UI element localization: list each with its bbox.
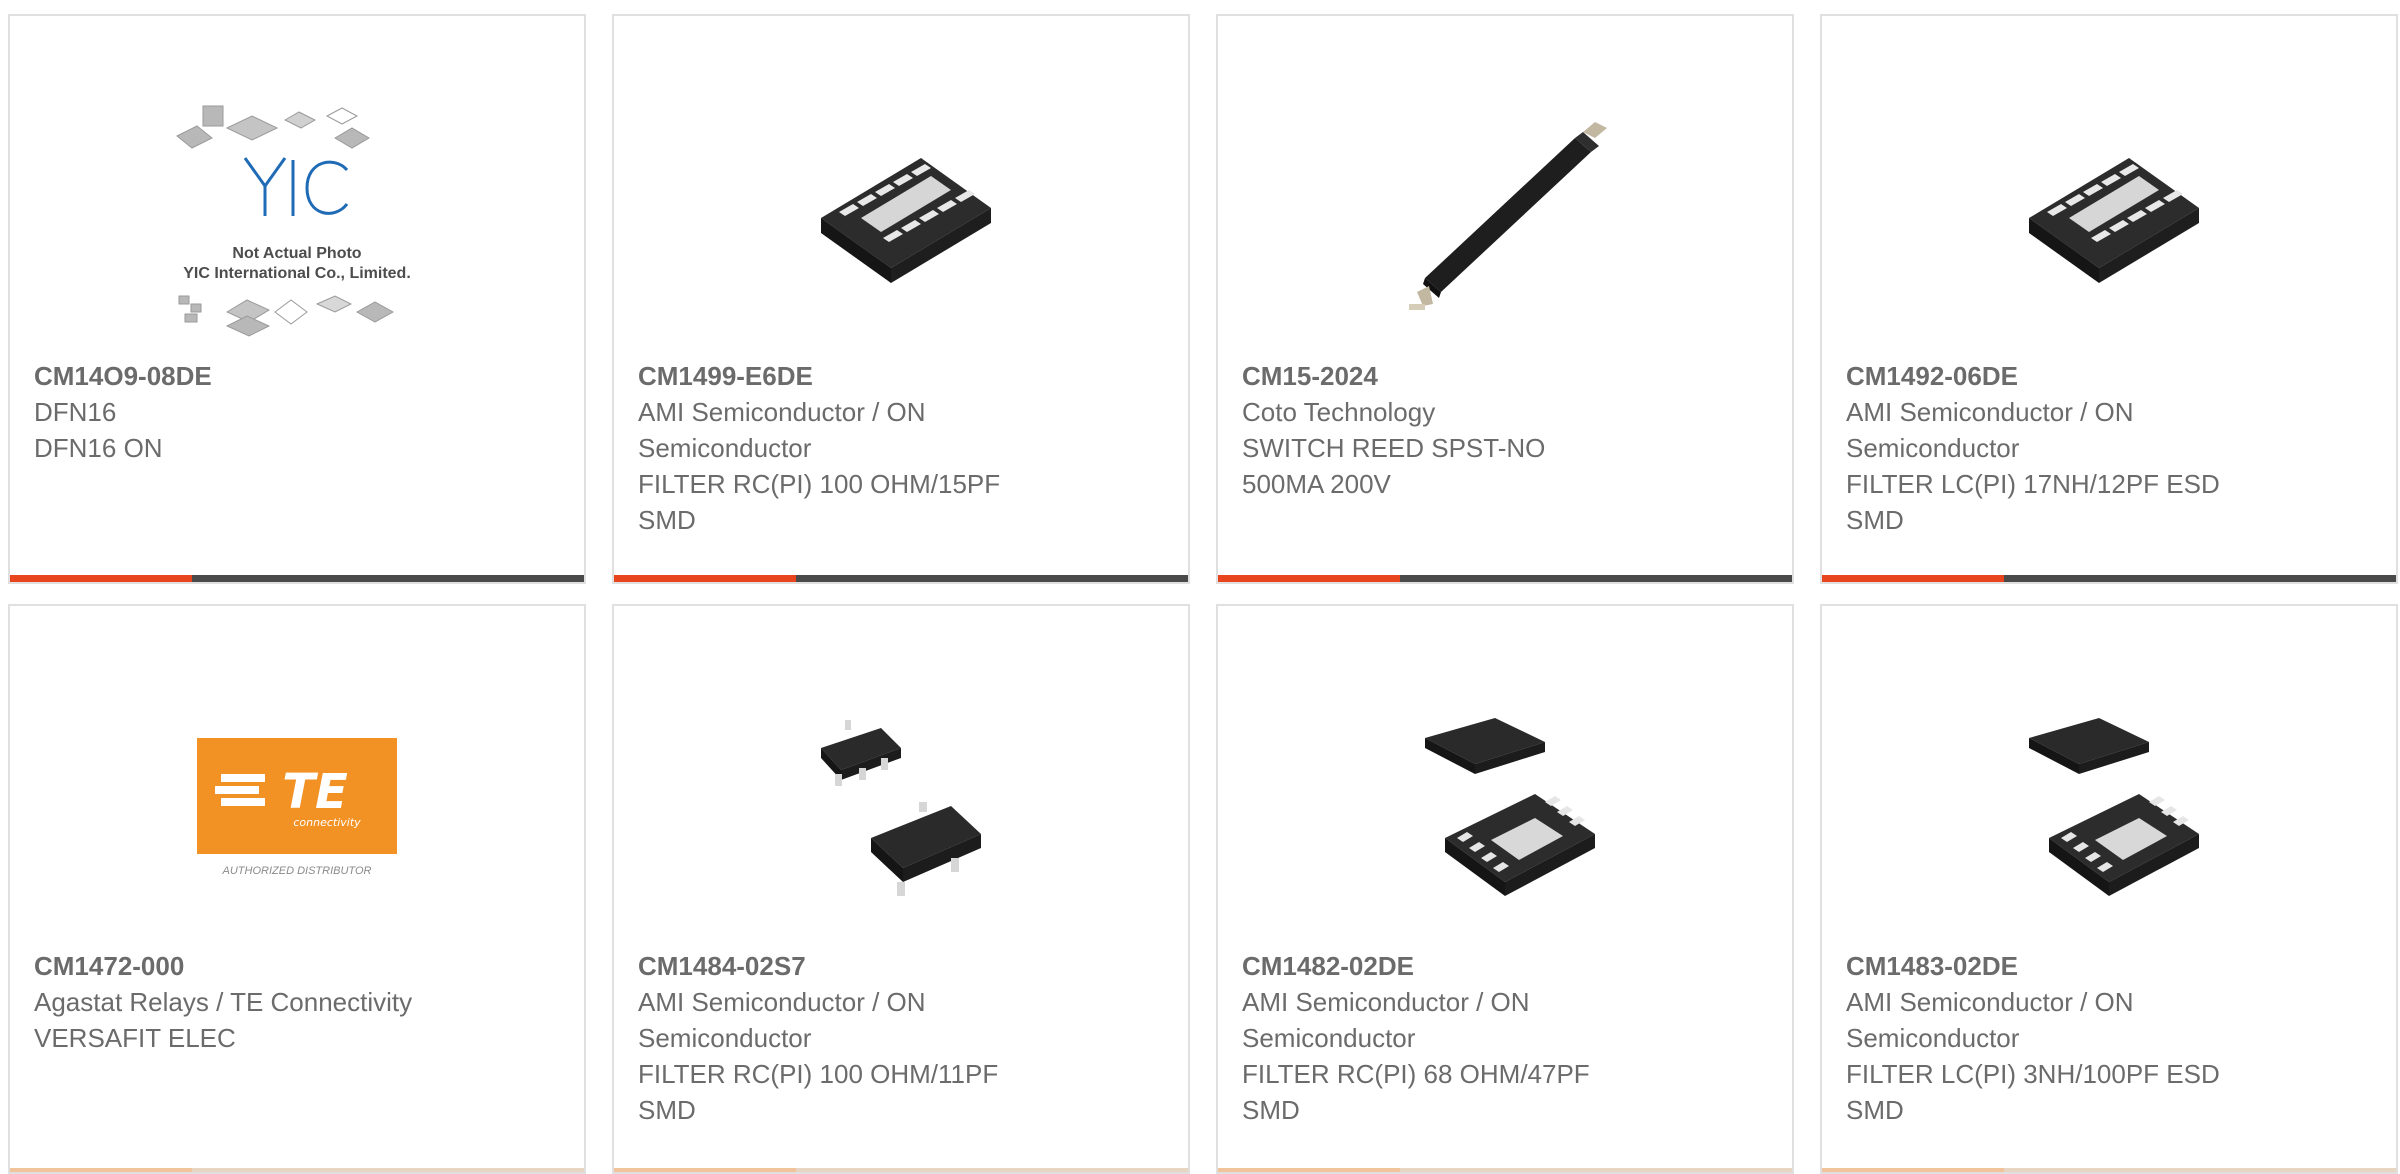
part-number-link[interactable]: CM1499-E6DE — [638, 358, 1164, 394]
part-number-link[interactable]: CM1484-02S7 — [638, 948, 1164, 984]
product-description: FILTER RC(PI) 100 OHM/15PF — [638, 469, 1001, 499]
part-number-link[interactable]: CM1483-02DE — [1846, 948, 2372, 984]
product-info: CM1482-02DE AMI Semiconductor / ON Semic… — [1242, 948, 1768, 1128]
card-accent-bar — [614, 575, 1188, 582]
product-image[interactable]: TE connectivity AUTHORIZED DISTRIBUTOR — [10, 668, 584, 948]
product-card[interactable]: Not Actual Photo YIC International Co., … — [8, 14, 586, 584]
card-accent-bar — [1218, 575, 1792, 582]
product-description: FILTER LC(PI) 17NH/12PF ESD — [1846, 469, 2220, 499]
product-description: SMD — [1242, 1095, 1300, 1125]
product-manufacturer: Semiconductor — [638, 1023, 812, 1053]
product-manufacturer: Semiconductor — [1242, 1023, 1416, 1053]
product-description: SMD — [1846, 505, 1904, 535]
product-manufacturer: Semiconductor — [638, 433, 812, 463]
product-info: CM15-2024 Coto Technology SWITCH REED SP… — [1242, 358, 1768, 502]
product-info: CM14O9-08DE DFN16 DFN16 ON — [34, 358, 560, 466]
product-card[interactable]: CM1482-02DE AMI Semiconductor / ON Semic… — [1216, 604, 1794, 1174]
product-image[interactable]: Not Actual Photo YIC International Co., … — [10, 78, 584, 358]
image-caption: YIC International Co., Limited. — [183, 265, 411, 282]
part-number-link[interactable]: CM14O9-08DE — [34, 358, 560, 394]
te-logo-icon: TE connectivity AUTHORIZED DISTRIBUTOR — [197, 738, 397, 877]
product-card[interactable]: TE connectivity AUTHORIZED DISTRIBUTOR C… — [8, 604, 586, 1174]
udfn-chip-icon — [2029, 718, 2199, 896]
product-description: FILTER RC(PI) 100 OHM/11PF — [638, 1059, 999, 1089]
part-number-link[interactable]: CM1492-06DE — [1846, 358, 2372, 394]
product-image[interactable] — [614, 78, 1188, 358]
product-description: FILTER LC(PI) 3NH/100PF ESD — [1846, 1059, 2220, 1089]
card-accent-bar — [10, 1168, 584, 1172]
card-accent-bar — [10, 575, 584, 582]
logo-brand: TE — [282, 764, 348, 820]
product-card[interactable]: CM1484-02S7 AMI Semiconductor / ON Semic… — [612, 604, 1190, 1174]
product-image[interactable] — [1822, 78, 2396, 358]
reed-switch-icon — [1409, 122, 1607, 310]
product-grid: Not Actual Photo YIC International Co., … — [8, 14, 2400, 1174]
product-manufacturer: AMI Semiconductor / ON — [1242, 987, 1530, 1017]
product-manufacturer: Coto Technology — [1242, 397, 1436, 427]
product-description: 500MA 200V — [1242, 469, 1391, 499]
product-manufacturer: AMI Semiconductor / ON — [1846, 987, 2134, 1017]
part-number-link[interactable]: CM1482-02DE — [1242, 948, 1768, 984]
card-accent-bar — [1822, 1168, 2396, 1172]
product-image[interactable] — [1218, 78, 1792, 358]
dfn-chip-icon — [821, 158, 991, 283]
product-manufacturer: AMI Semiconductor / ON — [638, 987, 926, 1017]
part-number-link[interactable]: CM1472-000 — [34, 948, 560, 984]
product-info: CM1472-000 Agastat Relays / TE Connectiv… — [34, 948, 560, 1056]
product-info: CM1499-E6DE AMI Semiconductor / ON Semic… — [638, 358, 1164, 538]
card-accent-bar — [1218, 1168, 1792, 1172]
product-description: DFN16 ON — [34, 433, 163, 463]
image-caption: Not Actual Photo — [232, 245, 361, 262]
product-card[interactable]: CM15-2024 Coto Technology SWITCH REED SP… — [1216, 14, 1794, 584]
product-info: CM1484-02S7 AMI Semiconductor / ON Semic… — [638, 948, 1164, 1128]
card-accent-bar — [614, 1168, 1188, 1172]
card-accent-bar — [1822, 575, 2396, 582]
product-card[interactable]: CM1492-06DE AMI Semiconductor / ON Semic… — [1820, 14, 2398, 584]
product-description: SMD — [638, 1095, 696, 1125]
product-image[interactable] — [1822, 668, 2396, 948]
yic-placeholder-icon: Not Actual Photo YIC International Co., … — [176, 105, 411, 337]
product-info: CM1492-06DE AMI Semiconductor / ON Semic… — [1846, 358, 2372, 538]
logo-sub: connectivity — [293, 816, 361, 829]
product-package: DFN16 — [34, 397, 117, 427]
product-description: SMD — [1846, 1095, 1904, 1125]
product-manufacturer: AMI Semiconductor / ON — [1846, 397, 2134, 427]
product-card[interactable]: CM1483-02DE AMI Semiconductor / ON Semic… — [1820, 604, 2398, 1174]
product-info: CM1483-02DE AMI Semiconductor / ON Semic… — [1846, 948, 2372, 1128]
product-card[interactable]: CM1499-E6DE AMI Semiconductor / ON Semic… — [612, 14, 1190, 584]
product-manufacturer: Semiconductor — [1846, 433, 2020, 463]
sot-chip-icon — [821, 720, 981, 896]
product-manufacturer: AMI Semiconductor / ON — [638, 397, 926, 427]
product-manufacturer: Semiconductor — [1846, 1023, 2020, 1053]
product-description: FILTER RC(PI) 68 OHM/47PF — [1242, 1059, 1590, 1089]
product-image[interactable] — [614, 668, 1188, 948]
product-image[interactable] — [1218, 668, 1792, 948]
product-manufacturer: Agastat Relays / TE Connectivity — [34, 987, 413, 1017]
dfn-chip-icon — [2029, 158, 2199, 283]
logo-caption: AUTHORIZED DISTRIBUTOR — [222, 865, 372, 877]
udfn-chip-icon — [1425, 718, 1595, 896]
product-description: VERSAFIT ELEC — [34, 1023, 236, 1053]
part-number-link[interactable]: CM15-2024 — [1242, 358, 1768, 394]
product-description: SMD — [638, 505, 696, 535]
product-description: SWITCH REED SPST-NO — [1242, 433, 1546, 463]
